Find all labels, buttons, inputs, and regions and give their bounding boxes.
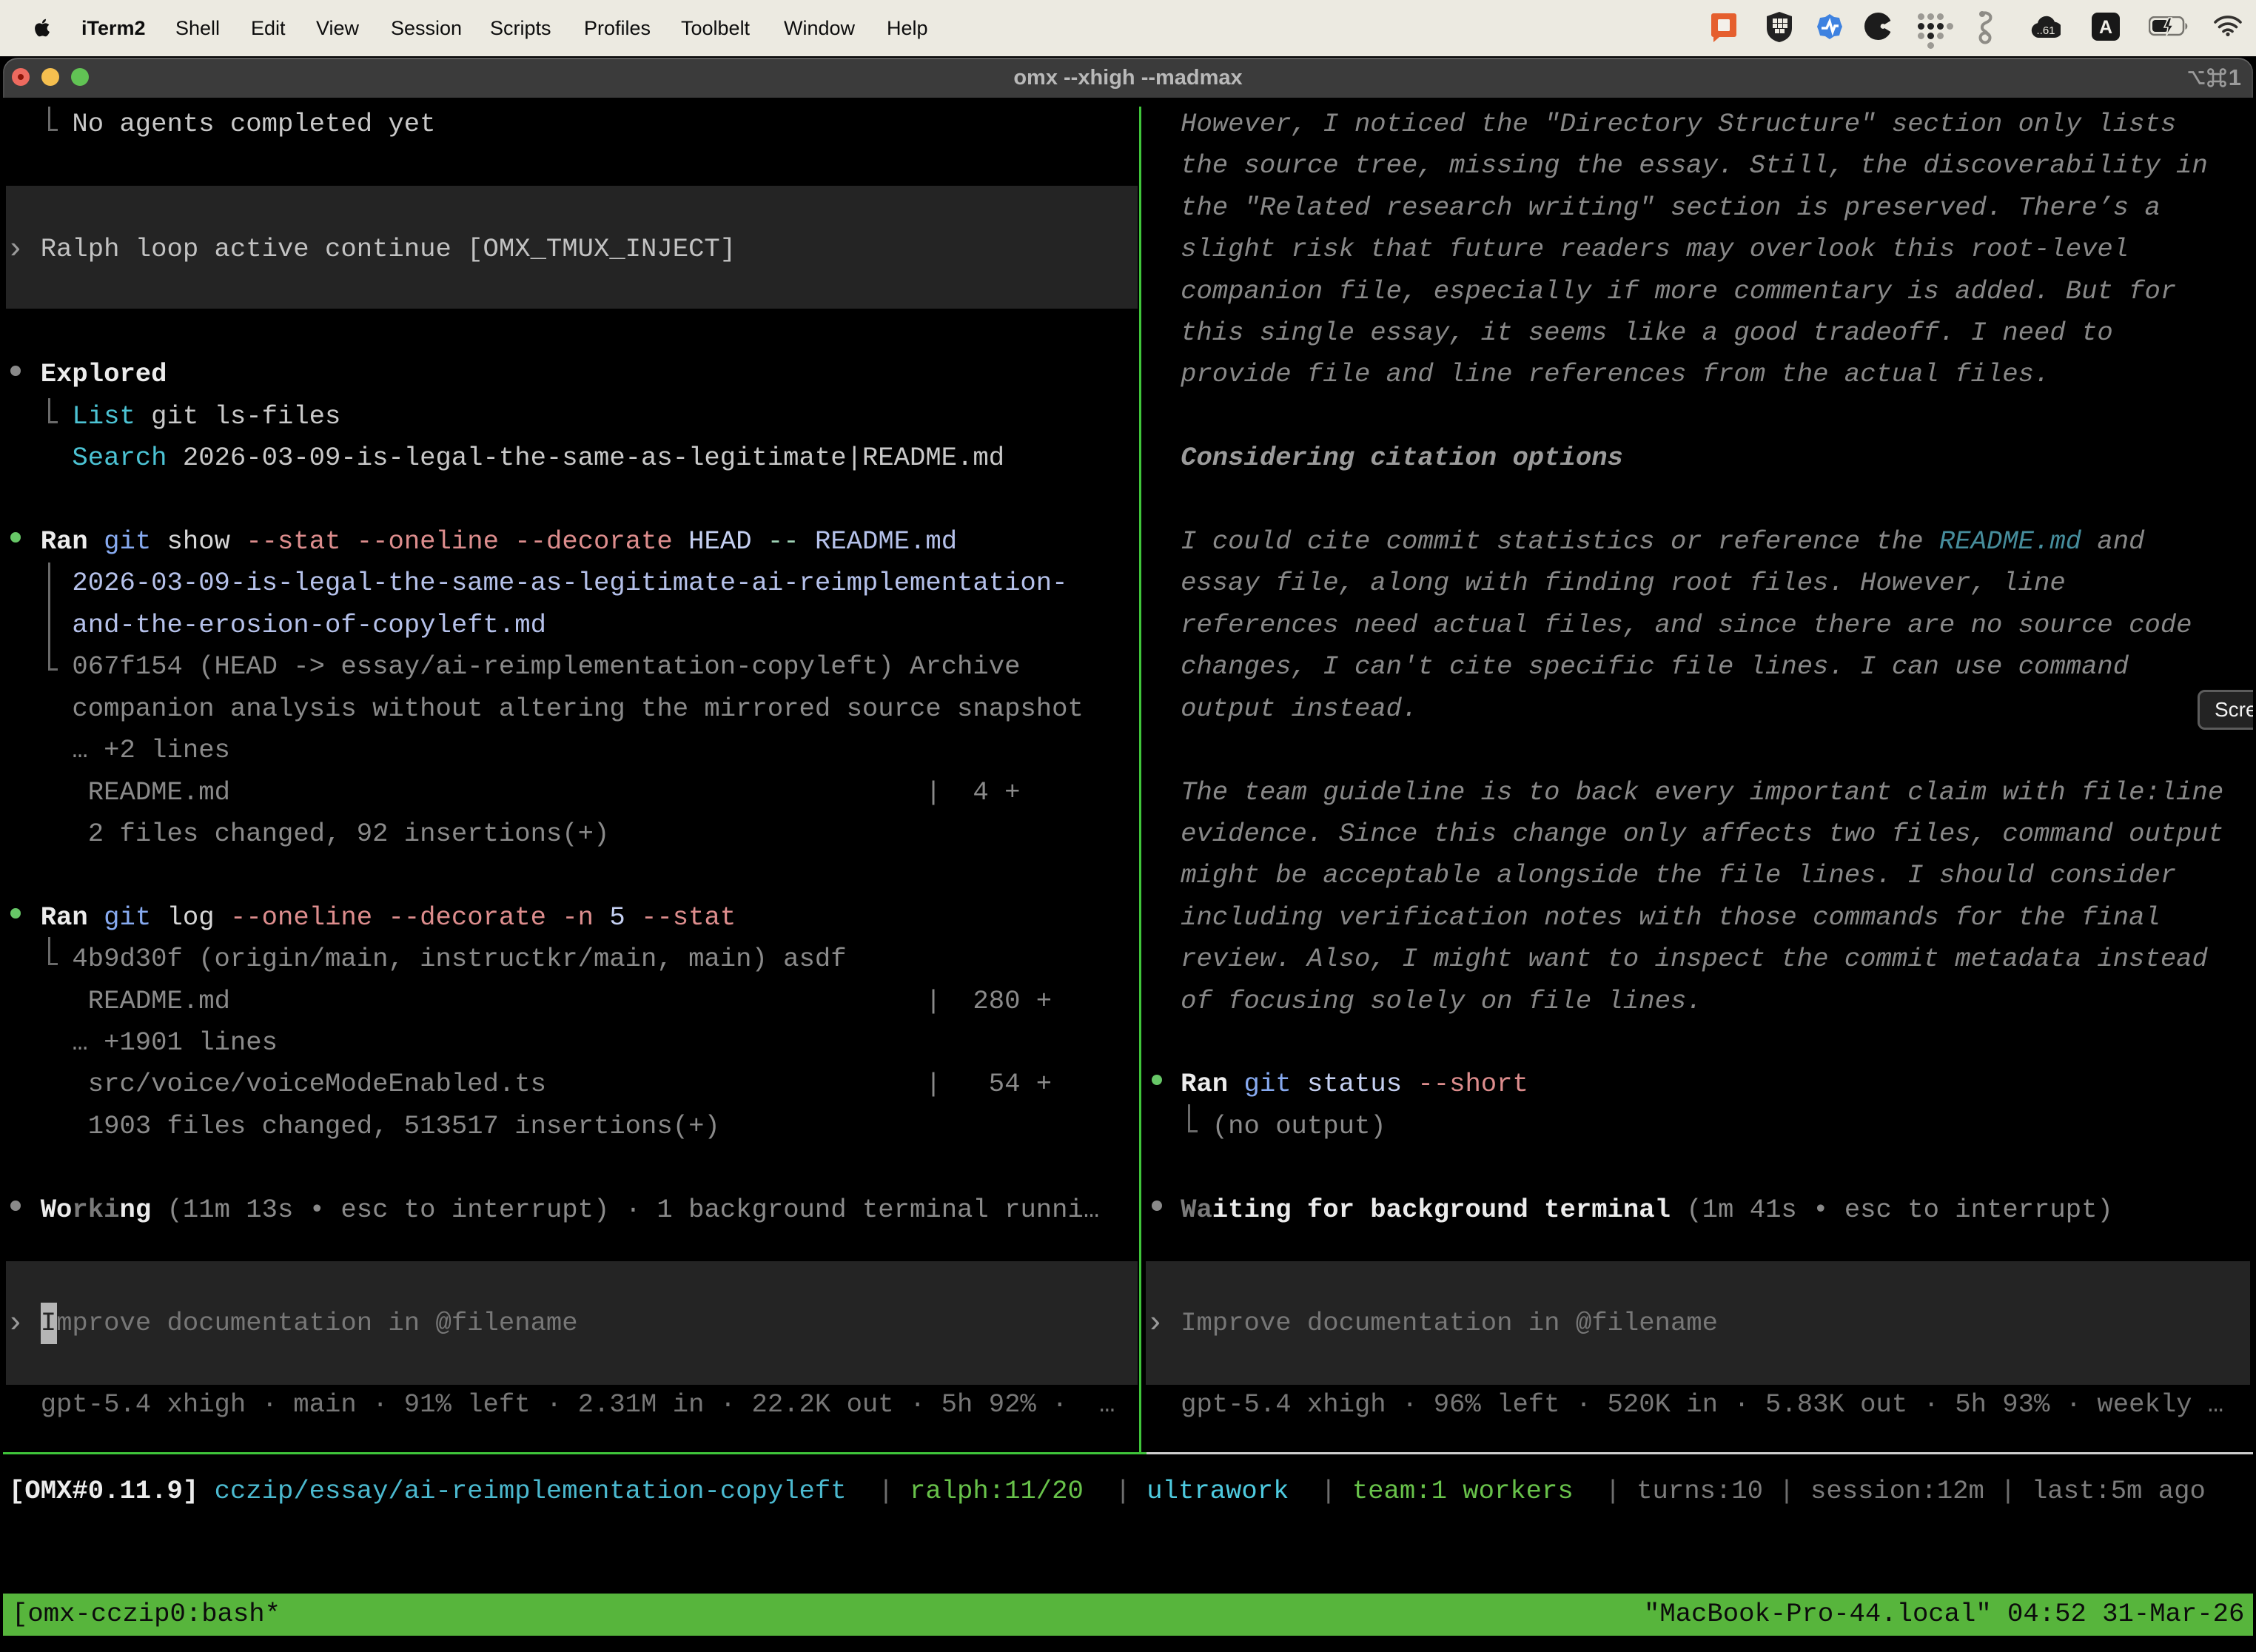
svg-text:A: A	[2099, 17, 2112, 38]
svg-text:..61: ..61	[2036, 24, 2055, 37]
